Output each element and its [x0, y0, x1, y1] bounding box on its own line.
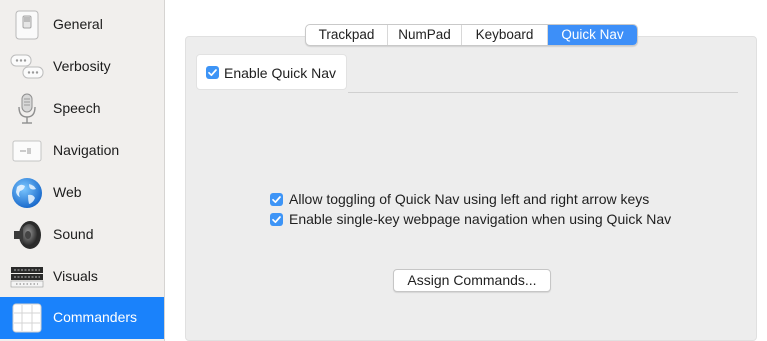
sidebar-item-navigation[interactable]: Navigation: [0, 130, 164, 172]
tab-keyboard[interactable]: Keyboard: [462, 25, 548, 45]
enable-quick-nav-checkbox[interactable]: [206, 66, 219, 79]
sidebar-item-label: General: [53, 16, 103, 32]
allow-toggling-checkbox[interactable]: [270, 193, 283, 206]
sidebar: General Verbosity Speech Navigation Web …: [0, 0, 165, 341]
sidebar-item-commanders[interactable]: Commanders: [0, 297, 164, 339]
enable-quick-nav-label[interactable]: Enable Quick Nav: [224, 65, 336, 81]
sidebar-item-verbosity[interactable]: Verbosity: [0, 46, 164, 88]
divider: [348, 92, 738, 93]
sidebar-item-label: Commanders: [53, 309, 138, 325]
enable-quick-nav-box: Enable Quick Nav: [196, 54, 347, 90]
tab-bar: Trackpad NumPad Keyboard Quick Nav: [305, 24, 638, 46]
speech-bubbles-icon: [10, 50, 44, 84]
sidebar-item-sound[interactable]: Sound: [0, 214, 164, 256]
general-switch-icon: [10, 8, 44, 42]
speaker-icon: [10, 218, 44, 252]
sidebar-item-visuals[interactable]: Visuals: [0, 256, 164, 298]
tab-trackpad[interactable]: Trackpad: [306, 25, 388, 45]
braille-panel-icon: [10, 260, 44, 294]
checkmark-icon: [272, 216, 281, 224]
globe-icon: [10, 176, 44, 210]
sidebar-item-web[interactable]: Web: [0, 172, 164, 214]
checkmark-icon: [272, 196, 281, 204]
tab-quick-nav[interactable]: Quick Nav: [548, 25, 637, 45]
checkmark-icon: [208, 69, 217, 77]
main-content: Trackpad NumPad Keyboard Quick Nav Enabl…: [166, 0, 767, 341]
sidebar-item-label: Visuals: [53, 268, 98, 284]
navigation-icon: [10, 134, 44, 168]
sidebar-item-label: Sound: [53, 226, 94, 242]
sidebar-item-label: Speech: [53, 100, 101, 116]
grid-icon: [10, 301, 44, 335]
single-key-navigation-label[interactable]: Enable single-key webpage navigation whe…: [289, 211, 671, 227]
microphone-icon: [10, 92, 44, 126]
sidebar-item-speech[interactable]: Speech: [0, 88, 164, 130]
sidebar-item-general[interactable]: General: [0, 4, 164, 46]
assign-commands-button[interactable]: Assign Commands...: [393, 269, 551, 292]
sidebar-item-label: Verbosity: [53, 58, 111, 74]
sidebar-item-label: Web: [53, 184, 82, 200]
sidebar-item-label: Navigation: [53, 142, 120, 158]
tab-numpad[interactable]: NumPad: [388, 25, 462, 45]
allow-toggling-label[interactable]: Allow toggling of Quick Nav using left a…: [289, 191, 649, 207]
single-key-navigation-checkbox[interactable]: [270, 213, 283, 226]
